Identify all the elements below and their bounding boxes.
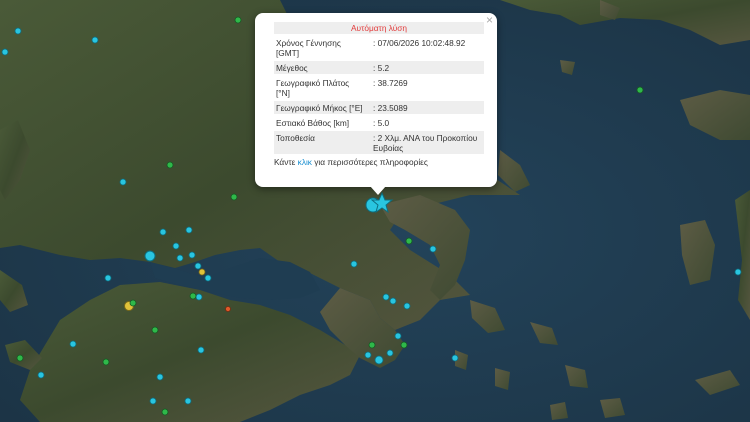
earthquake-marker[interactable]	[368, 341, 376, 349]
close-icon[interactable]: ×	[486, 14, 493, 26]
earthquake-marker[interactable]	[119, 178, 127, 186]
earthquake-info-popup: × Αυτόματη λύση Χρόνος Γέννησης [GMT] : …	[255, 13, 497, 187]
earthquake-marker[interactable]	[129, 299, 137, 307]
earthquake-marker[interactable]	[188, 251, 196, 259]
earthquake-marker[interactable]	[104, 274, 112, 282]
earthquake-marker[interactable]	[69, 340, 77, 348]
earthquake-marker[interactable]	[151, 326, 159, 334]
earthquake-marker[interactable]	[734, 268, 742, 276]
island-paros	[550, 402, 568, 420]
info-value: : 23.5089	[373, 103, 408, 113]
earthquake-marker[interactable]	[386, 349, 394, 357]
info-value: : 2 Χλμ. ΑΝΑ του Προκοπίου Ευβοίας	[373, 133, 478, 153]
earthquake-marker[interactable]	[403, 302, 411, 310]
info-label: Τοποθεσία	[276, 133, 315, 143]
earthquake-marker[interactable]	[405, 237, 413, 245]
more-info-text: Κάντε κλικ για περισσότερες πληροφορίες	[274, 157, 484, 167]
more-info-prefix: Κάντε	[274, 157, 298, 167]
info-value: : 38.7269	[373, 78, 408, 88]
info-row-magnitude: Μέγεθος : 5.2	[274, 61, 484, 74]
info-value: : 5.0	[373, 118, 390, 128]
earthquake-marker[interactable]	[176, 254, 184, 262]
info-label: Γεωγραφικό Πλάτος [°N]	[276, 78, 350, 98]
earthquake-marker[interactable]	[230, 193, 238, 201]
more-info-suffix: για περισσότερες πληροφορίες	[311, 157, 428, 167]
earthquake-marker[interactable]	[159, 228, 167, 236]
earthquake-marker[interactable]	[451, 354, 459, 362]
earthquake-marker[interactable]	[144, 250, 156, 262]
earthquake-marker[interactable]	[189, 292, 197, 300]
info-label: Χρόνος Γέννησης [GMT]	[276, 38, 341, 58]
earthquake-marker[interactable]	[350, 260, 358, 268]
earthquake-marker[interactable]	[161, 408, 169, 416]
earthquake-marker[interactable]	[382, 293, 390, 301]
earthquake-marker[interactable]	[198, 268, 206, 276]
earthquake-marker[interactable]	[225, 306, 231, 312]
earthquake-marker[interactable]	[185, 226, 193, 234]
earthquake-marker[interactable]	[166, 161, 174, 169]
info-row-depth: Εστιακό Βάθος [km] : 5.0	[274, 116, 484, 129]
popup-tip	[370, 186, 386, 195]
earthquake-marker[interactable]	[16, 354, 24, 362]
info-value: : 5.2	[373, 63, 390, 73]
popup-title: Αυτόματη λύση	[274, 22, 484, 34]
info-value: : 07/06/2026 10:02:48.92	[373, 38, 466, 48]
earthquake-marker[interactable]	[149, 397, 157, 405]
info-row-latitude: Γεωγραφικό Πλάτος [°N] : 38.7269	[274, 76, 484, 99]
earthquake-marker[interactable]	[394, 332, 402, 340]
earthquake-marker[interactable]	[204, 274, 212, 282]
earthquake-marker[interactable]	[194, 262, 202, 270]
earthquake-marker[interactable]	[14, 27, 22, 35]
earthquake-marker[interactable]	[389, 297, 397, 305]
earthquake-marker[interactable]	[636, 86, 644, 94]
earthquake-marker[interactable]	[429, 245, 437, 253]
earthquake-marker[interactable]	[156, 373, 164, 381]
earthquake-marker[interactable]	[102, 358, 110, 366]
earthquake-marker[interactable]	[195, 293, 203, 301]
more-info-link[interactable]: κλικ	[298, 157, 312, 167]
info-label: Εστιακό Βάθος [km]	[276, 118, 350, 128]
info-row-location: Τοποθεσία : 2 Χλμ. ΑΝΑ του Προκοπίου Ευβ…	[274, 131, 484, 154]
earthquake-marker[interactable]	[400, 341, 408, 349]
earthquake-marker[interactable]	[364, 351, 372, 359]
earthquake-marker[interactable]	[184, 397, 192, 405]
earthquake-marker[interactable]	[197, 346, 205, 354]
info-row-time: Χρόνος Γέννησης [GMT] : 07/06/2026 10:02…	[274, 36, 484, 59]
info-label: Μέγεθος	[276, 63, 308, 73]
info-row-longitude: Γεωγραφικό Μήκος [°E] : 23.5089	[274, 101, 484, 114]
info-label: Γεωγραφικό Μήκος [°E]	[276, 103, 363, 113]
earthquake-marker[interactable]	[91, 36, 99, 44]
earthquake-marker[interactable]	[374, 355, 384, 365]
earthquake-marker[interactable]	[172, 242, 180, 250]
earthquake-marker[interactable]	[234, 16, 242, 24]
earthquake-marker[interactable]	[37, 371, 45, 379]
earthquake-marker[interactable]	[1, 48, 9, 56]
